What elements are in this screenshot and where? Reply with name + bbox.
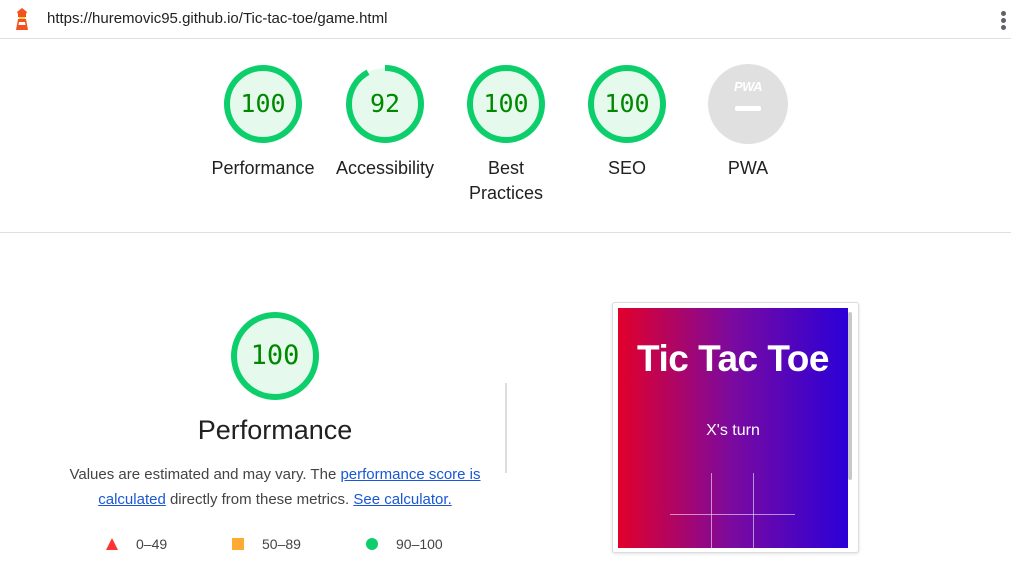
gauge-label-pwa: PWA — [727, 158, 769, 178]
see-calculator-link[interactable]: See calculator. — [353, 491, 451, 508]
section-divider — [0, 232, 1011, 233]
gauge-score: 100 — [483, 89, 529, 118]
gauge-label-seo: SEO — [607, 158, 646, 178]
report-topbar: https://huremovic95.github.io/Tic-tac-to… — [0, 0, 1011, 39]
page-url[interactable]: https://huremovic95.github.io/Tic-tac-to… — [47, 10, 387, 27]
gauge-label-wrap: SEO — [564, 156, 690, 208]
square-icon — [232, 538, 244, 550]
performance-description: Values are estimated and may vary. The p… — [60, 462, 490, 512]
gauge-label-wrap: Performance — [200, 156, 326, 208]
gauge-label-best-practices: Best Practices — [468, 158, 544, 203]
gauge-label-wrap: Best Practices — [456, 156, 556, 208]
performance-heading: Performance — [197, 415, 353, 445]
final-screenshot: Tic Tac Toe X's turn — [618, 308, 848, 548]
screenshot-title: Tic Tac Toe — [637, 338, 829, 379]
legend-fail: 0–49 — [104, 534, 184, 554]
screenshot-turn-status: X's turn — [706, 422, 760, 439]
description-text: Values are estimated and may vary. The — [69, 466, 341, 483]
gauge-seo[interactable]: 100 — [586, 63, 668, 145]
gauge-label-performance: Performance — [211, 158, 315, 178]
legend-range: 90–100 — [396, 536, 443, 552]
vertical-divider — [505, 383, 507, 473]
description-text: directly from these metrics. — [165, 491, 354, 508]
gauge-label-wrap: Accessibility — [322, 156, 448, 208]
legend-range: 0–49 — [136, 536, 168, 552]
gauge-score: 100 — [240, 89, 286, 118]
gauge-score: 92 — [369, 89, 401, 118]
performance-score: 100 — [250, 340, 300, 371]
triangle-icon — [106, 538, 118, 550]
more-menu-icon[interactable] — [996, 8, 1010, 32]
gauge-score: 100 — [604, 89, 650, 118]
legend-average: 50–89 — [230, 534, 320, 554]
circle-icon — [366, 538, 378, 550]
board-grid-line — [711, 473, 712, 548]
board-grid-line — [753, 473, 754, 548]
board-grid-line — [670, 514, 795, 515]
gauge-label-wrap: PWA — [685, 156, 811, 208]
legend-pass: 90–100 — [364, 534, 464, 554]
pwa-badge-text: PWA — [733, 79, 763, 94]
legend-range: 50–89 — [262, 536, 301, 552]
gauge-label-accessibility: Accessibility — [335, 158, 435, 178]
performance-gauge-large: 100 — [229, 310, 321, 402]
gauge-accessibility[interactable]: 92 — [344, 63, 426, 145]
gauge-performance[interactable]: 100 — [222, 63, 304, 145]
gauge-pwa[interactable]: PWA — [707, 63, 789, 145]
pwa-badge-icon — [708, 64, 788, 144]
screenshot-scrollbar — [848, 312, 852, 480]
lighthouse-icon — [16, 8, 28, 30]
gauge-best-practices[interactable]: 100 — [465, 63, 547, 145]
